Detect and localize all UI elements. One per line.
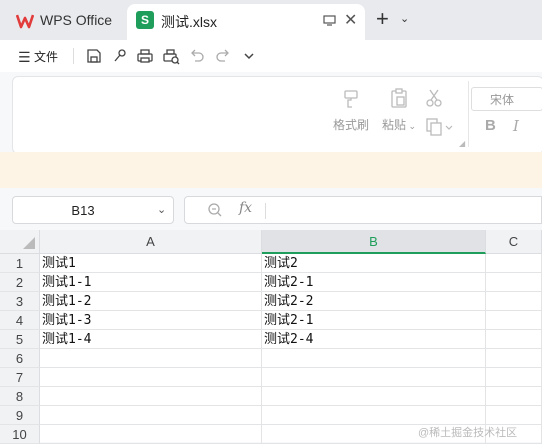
select-all-corner[interactable]: [0, 230, 40, 254]
formula-bar: B13 ⌄ fx: [0, 188, 542, 230]
tab-label: WPS Office: [40, 12, 113, 28]
menu-icon[interactable]: ☰: [18, 49, 31, 66]
cell-c[interactable]: [486, 292, 542, 311]
row-header[interactable]: 2: [0, 273, 40, 292]
row-header[interactable]: 5: [0, 330, 40, 349]
close-tab-icon[interactable]: ✕: [344, 10, 357, 30]
column-header-c[interactable]: C: [486, 230, 542, 254]
screen-icon[interactable]: [323, 15, 336, 26]
spreadsheet-grid: A B C 1 测试1 测试2 2 测试1-1 测试2-1 3 测试1-2 测试2-2 4 测试1-…: [0, 230, 542, 444]
cell-a[interactable]: [40, 406, 262, 425]
cell-b[interactable]: 测试2-2: [262, 292, 486, 311]
function-icon[interactable]: fx: [239, 200, 252, 216]
copy-icon[interactable]: [425, 117, 455, 137]
formula-divider: [265, 203, 266, 219]
cell-b[interactable]: [262, 349, 486, 368]
title-bar: WPS Office S 测试.xlsx ✕ + ⌄: [0, 0, 542, 40]
new-tab-icon[interactable]: +: [376, 6, 389, 32]
tab-label: 测试.xlsx: [161, 14, 217, 30]
row-header[interactable]: 4: [0, 311, 40, 330]
chevron-down-icon[interactable]: ⌄: [400, 12, 409, 25]
save-icon[interactable]: [84, 46, 104, 66]
cut-icon[interactable]: [423, 87, 445, 109]
font-name-select[interactable]: 宋体: [471, 87, 542, 111]
cell-b[interactable]: [262, 368, 486, 387]
format-painter-button[interactable]: 格式刷: [331, 87, 371, 133]
zoom-icon[interactable]: [207, 202, 223, 218]
cell-c[interactable]: [486, 330, 542, 349]
cell-b[interactable]: 测试2-1: [262, 311, 486, 330]
cell-a[interactable]: [40, 387, 262, 406]
ribbon-corner-icon[interactable]: ◢: [459, 139, 465, 148]
wps-logo-icon: [16, 14, 34, 29]
cell-a[interactable]: 测试1-4: [40, 330, 262, 349]
spreadsheet-icon: S: [136, 11, 154, 29]
cell-c[interactable]: [486, 273, 542, 292]
chevron-down-icon[interactable]: ⌄: [406, 121, 416, 131]
name-box[interactable]: B13 ⌄: [12, 196, 174, 224]
tab-document[interactable]: S 测试.xlsx ✕: [127, 4, 365, 40]
toolbar-divider: [73, 48, 74, 64]
row-header[interactable]: 9: [0, 406, 40, 425]
cell-a[interactable]: [40, 425, 262, 444]
cell-a[interactable]: 测试1: [40, 254, 262, 273]
print-icon[interactable]: [135, 46, 155, 66]
cell-b[interactable]: 测试2-4: [262, 330, 486, 349]
quick-toolbar: ☰ 文件: [0, 40, 542, 72]
more-chevron-icon[interactable]: [239, 46, 259, 66]
corner-triangle-icon: [23, 237, 35, 249]
cell-a[interactable]: [40, 368, 262, 387]
format-painter-icon: [344, 90, 358, 108]
cell-c[interactable]: [486, 254, 542, 273]
italic-button[interactable]: I: [513, 117, 519, 135]
undo-icon[interactable]: [187, 46, 207, 66]
cell-b[interactable]: 测试2: [262, 254, 486, 273]
cell-a[interactable]: [40, 349, 262, 368]
ribbon: 格式刷 粘贴 ⌄ ◢ 宋体 B I: [12, 76, 542, 154]
cell-a[interactable]: 测试1-1: [40, 273, 262, 292]
bold-button[interactable]: B: [485, 117, 496, 134]
cell-c[interactable]: [486, 387, 542, 406]
cell-a[interactable]: 测试1-2: [40, 292, 262, 311]
notice-bar: [0, 152, 542, 188]
cell-b[interactable]: [262, 387, 486, 406]
chevron-down-icon[interactable]: ⌄: [157, 203, 166, 216]
watermark: @稀土掘金技术社区: [418, 427, 518, 439]
ribbon-divider: [468, 81, 469, 147]
cell-b[interactable]: [262, 406, 486, 425]
row-header[interactable]: 3: [0, 292, 40, 311]
row-header[interactable]: 7: [0, 368, 40, 387]
paste-label-row: 粘贴 ⌄: [379, 116, 419, 133]
cell-c[interactable]: [486, 311, 542, 330]
column-header-a[interactable]: A: [40, 230, 262, 254]
tab-wps-office[interactable]: WPS Office: [6, 6, 122, 36]
format-painter-label: 格式刷: [332, 118, 369, 132]
column-header-b[interactable]: B: [262, 230, 486, 254]
print-preview-icon[interactable]: [161, 46, 181, 66]
paste-label: 粘贴: [381, 118, 406, 132]
cell-b[interactable]: 测试2-1: [262, 273, 486, 292]
cell-reference: B13: [71, 203, 95, 218]
cell-c[interactable]: [486, 349, 542, 368]
file-menu[interactable]: 文件: [34, 48, 58, 65]
cell-c[interactable]: [486, 406, 542, 425]
row-header[interactable]: 6: [0, 349, 40, 368]
share-icon[interactable]: [110, 46, 130, 66]
row-header[interactable]: 10: [0, 425, 40, 444]
row-header[interactable]: 1: [0, 254, 40, 273]
row-header[interactable]: 8: [0, 387, 40, 406]
cell-a[interactable]: 测试1-3: [40, 311, 262, 330]
formula-input[interactable]: fx: [184, 196, 542, 224]
paste-icon: [391, 88, 407, 108]
cell-c[interactable]: [486, 368, 542, 387]
paste-button[interactable]: 粘贴 ⌄: [379, 87, 419, 133]
redo-icon[interactable]: [213, 46, 233, 66]
